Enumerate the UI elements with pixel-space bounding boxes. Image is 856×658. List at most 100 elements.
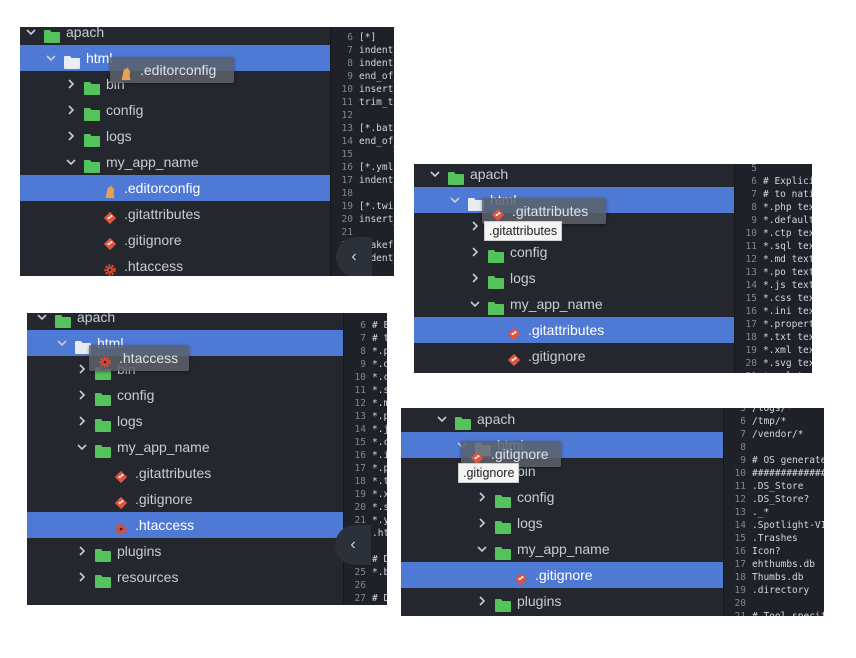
code-line[interactable]: # OS generated <box>752 454 824 467</box>
tree-item-config[interactable]: config <box>401 484 723 510</box>
code-line[interactable]: *.b <box>372 566 387 579</box>
chevron-right-icon[interactable] <box>470 247 480 257</box>
code-line[interactable]: [*.yml] <box>359 161 394 174</box>
chevron-right-icon[interactable] <box>470 221 480 231</box>
code-line[interactable]: Thumbs.db <box>752 571 803 584</box>
tree-item-gitignore[interactable]: .gitignore <box>27 486 343 512</box>
tree-item-logs[interactable]: logs <box>401 510 723 536</box>
tree-item-logs[interactable]: logs <box>414 265 734 291</box>
tree-item-plugins[interactable]: plugins <box>401 588 723 614</box>
code-line[interactable]: [*.bat] <box>359 122 394 135</box>
tree-item-apach[interactable]: apach <box>20 27 330 45</box>
tree-item-config[interactable]: config <box>27 382 343 408</box>
chevron-right-icon[interactable] <box>470 273 480 283</box>
collapse-sidebar-button[interactable]: ‹ <box>336 237 372 276</box>
code-line[interactable]: [*] <box>359 31 376 44</box>
code-line[interactable]: ############## <box>752 467 824 480</box>
code-line[interactable]: *.d <box>372 358 387 371</box>
code-line[interactable]: *.t <box>372 475 387 488</box>
code-line[interactable]: *.default <box>763 214 812 227</box>
tree-item-config[interactable]: config <box>414 239 734 265</box>
code-line[interactable]: /tmp/* <box>752 415 786 428</box>
code-line[interactable]: .Spotlight-V10 <box>752 519 824 532</box>
code-line[interactable]: trim_tr <box>359 96 394 109</box>
tree-item-bin[interactable]: bin <box>401 458 723 484</box>
code-line[interactable]: /logs/* <box>752 408 792 415</box>
code-line[interactable]: *.s <box>372 501 387 514</box>
chevron-down-icon[interactable] <box>26 27 36 37</box>
code-line[interactable]: *.m <box>372 397 387 410</box>
code-line[interactable]: *.p <box>372 345 387 358</box>
code-line[interactable]: # D <box>372 553 387 566</box>
code-line[interactable]: *.ini tex <box>763 305 812 318</box>
code-line[interactable]: *.p <box>372 462 387 475</box>
tree-item-my-app-name[interactable]: my_app_name <box>414 291 734 317</box>
tree-item-my-app-name[interactable]: my_app_name <box>20 149 330 175</box>
code-line[interactable]: *.md text <box>763 253 812 266</box>
code-line[interactable]: end_of_ <box>359 70 394 83</box>
code-line[interactable]: /vendor/* <box>752 428 803 441</box>
tree-item-gitattributes[interactable]: .gitattributes <box>27 460 343 486</box>
tree-item-resources[interactable]: resources <box>27 564 343 590</box>
code-line[interactable]: indent_ <box>359 57 394 70</box>
code-line[interactable]: indent_ <box>359 174 394 187</box>
tree-item-apach[interactable]: apach <box>414 164 734 187</box>
code-line[interactable]: indent_ <box>359 44 394 57</box>
code-line[interactable]: # Explici <box>763 175 812 188</box>
code-line[interactable]: # D <box>372 592 387 605</box>
tree-item-apach[interactable]: apach <box>401 408 723 432</box>
chevron-right-icon[interactable] <box>66 105 76 115</box>
code-line[interactable]: # t <box>372 332 387 345</box>
chevron-right-icon[interactable] <box>77 390 87 400</box>
code-line[interactable]: # to nati <box>763 188 812 201</box>
collapse-sidebar-button[interactable]: ‹ <box>335 525 371 565</box>
code-line[interactable]: *.php tex <box>763 201 812 214</box>
chevron-down-icon[interactable] <box>46 53 56 63</box>
chevron-down-icon[interactable] <box>57 338 67 348</box>
chevron-down-icon[interactable] <box>450 195 460 205</box>
chevron-down-icon[interactable] <box>66 157 76 167</box>
chevron-down-icon[interactable] <box>77 442 87 452</box>
code-line[interactable]: [*.twig <box>359 200 394 213</box>
code-line[interactable]: *.propert <box>763 318 812 331</box>
tree-item-config[interactable]: config <box>20 97 330 123</box>
code-line[interactable]: ehthumbs.db <box>752 558 815 571</box>
chevron-down-icon[interactable] <box>470 299 480 309</box>
code-line[interactable]: *.y <box>372 514 387 527</box>
chevron-right-icon[interactable] <box>477 518 487 528</box>
tree-item-my-app-name[interactable]: my_app_name <box>27 434 343 460</box>
code-line[interactable]: ._* <box>752 506 769 519</box>
tree-item-logs[interactable]: logs <box>27 408 343 434</box>
tree-item-gitignore[interactable]: .gitignore <box>20 227 330 253</box>
chevron-down-icon[interactable] <box>437 414 447 424</box>
code-line[interactable]: *.css tex <box>763 292 812 305</box>
code-line[interactable]: Icon? <box>752 545 781 558</box>
code-line[interactable]: *.yml tex <box>763 370 812 373</box>
tree-item-gitignore[interactable]: .gitignore <box>401 562 723 588</box>
chevron-right-icon[interactable] <box>77 546 87 556</box>
tree-item-htaccess[interactable]: .htaccess <box>27 512 343 538</box>
code-line[interactable]: *.s <box>372 384 387 397</box>
chevron-right-icon[interactable] <box>66 131 76 141</box>
code-line[interactable]: *.c <box>372 436 387 449</box>
chevron-right-icon[interactable] <box>77 364 87 374</box>
code-line[interactable]: # Tool specifi <box>752 610 824 616</box>
code-line[interactable]: # E <box>372 319 387 332</box>
code-line[interactable]: *.j <box>372 423 387 436</box>
tree-item-htaccess[interactable]: .htaccess <box>20 253 330 276</box>
code-line[interactable]: .directory <box>752 584 809 597</box>
tree-item-apach[interactable]: apach <box>27 313 343 330</box>
code-line[interactable]: *.ctp tex <box>763 227 812 240</box>
chevron-right-icon[interactable] <box>66 79 76 89</box>
code-line[interactable]: *.x <box>372 488 387 501</box>
code-line[interactable]: .DS_Store <box>752 480 803 493</box>
chevron-right-icon[interactable] <box>477 596 487 606</box>
tree-item-logs[interactable]: logs <box>20 123 330 149</box>
tree-item-gitattributes[interactable]: .gitattributes <box>20 201 330 227</box>
code-line[interactable]: *.po text <box>763 266 812 279</box>
tree-item-plugins[interactable]: plugins <box>27 538 343 564</box>
chevron-right-icon[interactable] <box>77 416 87 426</box>
chevron-right-icon[interactable] <box>77 572 87 582</box>
chevron-right-icon[interactable] <box>477 492 487 502</box>
code-line[interactable]: end_of_ <box>359 135 394 148</box>
